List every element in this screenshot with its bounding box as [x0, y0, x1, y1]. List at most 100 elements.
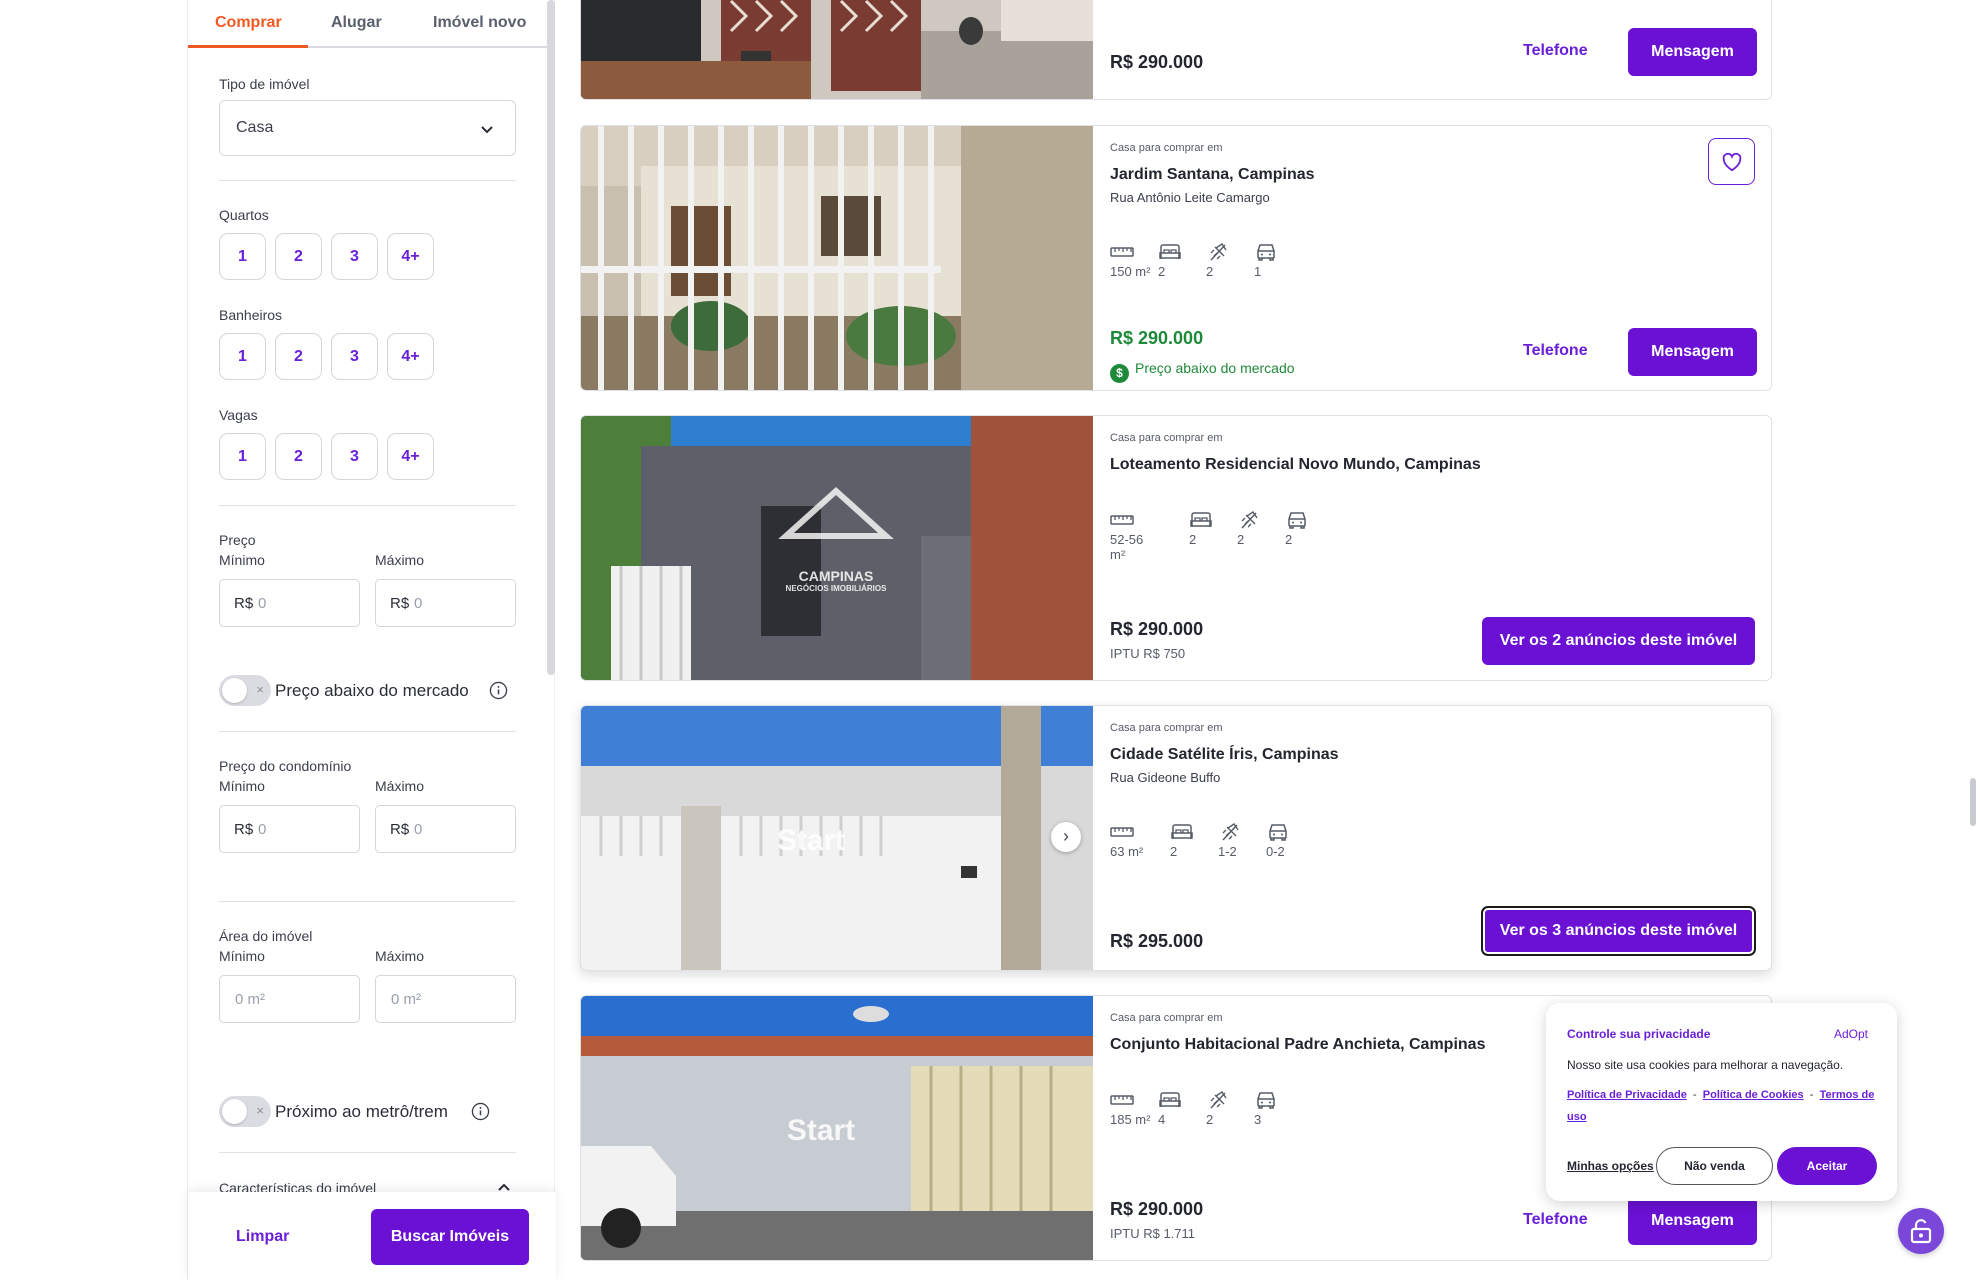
condo-min-input[interactable]: R$ 0 [219, 805, 360, 853]
chevron-up-icon[interactable] [497, 1182, 511, 1192]
parking-option-4plus[interactable]: 4+ [387, 433, 434, 480]
favorite-button[interactable] [1708, 138, 1755, 185]
listing-title[interactable]: Loteamento Residencial Novo Mundo, Campi… [1110, 456, 1481, 474]
area-min-label: Mínimo [219, 948, 265, 964]
link-separator: - [1692, 1089, 1697, 1101]
view-ads-button[interactable]: Ver os 3 anúncios deste imóvel [1481, 906, 1756, 956]
phone-button[interactable]: Telefone [1523, 42, 1588, 60]
condo-max-label: Máximo [375, 778, 425, 794]
below-market-toggle[interactable]: × [219, 675, 271, 706]
clear-filters-button[interactable]: Limpar [236, 1228, 289, 1246]
listing-photo[interactable]: CAMPINAS NEGÓCIOS IMOBILIÁRIOS [581, 416, 1093, 680]
shower-icon [1206, 242, 1230, 262]
bathrooms-feature: 2 [1206, 1090, 1256, 1127]
tab-imovel-novo[interactable]: Imóvel novo [433, 14, 526, 32]
cookie-text: Nosso site usa cookies para melhorar a n… [1567, 1058, 1844, 1072]
bathrooms-option-4plus[interactable]: 4+ [387, 333, 434, 380]
link-separator: - [1809, 1089, 1814, 1101]
heart-icon [1722, 152, 1742, 172]
area-feature: 185 m² [1110, 1090, 1160, 1127]
listing-card[interactable]: CAMPINAS NEGÓCIOS IMOBILIÁRIOS Casa para… [580, 415, 1772, 681]
watermark-line-2: NEGÓCIOS IMOBILIÁRIOS [785, 584, 887, 593]
message-button[interactable]: Mensagem [1628, 328, 1757, 376]
listing-photo[interactable] [581, 0, 1093, 99]
agency-watermark: Start [776, 824, 846, 857]
next-photo-button[interactable]: › [1051, 822, 1081, 852]
parking-option-3[interactable]: 3 [331, 433, 378, 480]
parking-feature: 3 [1254, 1090, 1304, 1127]
view-ads-button[interactable]: Ver os 2 anúncios deste imóvel [1482, 617, 1755, 665]
car-icon [1266, 822, 1290, 842]
property-type-value: Casa [236, 119, 274, 136]
price-max-input[interactable]: R$ 0 [375, 579, 516, 627]
parking-option-1[interactable]: 1 [219, 433, 266, 480]
listing-price: R$ 290.000 [1110, 52, 1204, 72]
area-max-input[interactable]: 0 m² [375, 975, 516, 1023]
metro-toggle[interactable]: × [219, 1096, 271, 1127]
listing-title[interactable]: Cidade Satélite Íris, Campinas [1110, 746, 1339, 764]
listing-street: Rua Antônio Leite Camargo [1110, 190, 1270, 205]
page-scrollbar[interactable] [1970, 778, 1976, 826]
tab-alugar[interactable]: Alugar [331, 14, 382, 32]
below-market-badge: $ Preço abaixo do mercado [1110, 360, 1295, 383]
bedrooms-option-1[interactable]: 1 [219, 233, 266, 280]
property-type-select[interactable]: Casa [219, 100, 516, 156]
info-icon[interactable] [471, 1102, 490, 1121]
bathrooms-feature: 1-2 [1218, 822, 1268, 859]
price-min-placeholder: 0 [258, 595, 267, 612]
listing-photo[interactable]: Start [581, 996, 1093, 1260]
shower-icon [1218, 822, 1242, 842]
bedrooms-option-4plus[interactable]: 4+ [387, 233, 434, 280]
listing-photo[interactable]: Start › [581, 706, 1093, 970]
metro-label: Próximo ao metrô/trem [275, 1102, 448, 1121]
bed-icon [1158, 242, 1182, 262]
phone-button[interactable]: Telefone [1523, 342, 1588, 360]
cookie-title: Controle sua privacidade [1567, 1027, 1711, 1041]
car-icon [1254, 242, 1278, 262]
phone-button[interactable]: Telefone [1523, 1211, 1588, 1229]
parking-option-2[interactable]: 2 [275, 433, 322, 480]
bedrooms-value: 2 [1189, 532, 1197, 547]
my-options-button[interactable]: Minhas opções [1567, 1159, 1654, 1173]
condo-max-input[interactable]: R$ 0 [375, 805, 516, 853]
price-min-input[interactable]: R$ 0 [219, 579, 360, 627]
message-button[interactable]: Mensagem [1628, 28, 1757, 76]
car-icon [1285, 510, 1309, 530]
cookie-brand[interactable]: AdOpt [1834, 1027, 1868, 1041]
privacy-settings-button[interactable] [1898, 1208, 1944, 1254]
sidebar-scrollbar[interactable] [547, 0, 555, 675]
bedrooms-option-3[interactable]: 3 [331, 233, 378, 280]
bathrooms-option-1[interactable]: 1 [219, 333, 266, 380]
do-not-sell-button[interactable]: Não venda [1656, 1147, 1773, 1185]
listing-card[interactable]: Start › Casa para comprar em Cidade Saté… [580, 705, 1772, 971]
listing-kind: Casa para comprar em [1110, 1012, 1223, 1024]
listing-title[interactable]: Conjunto Habitacional Padre Anchieta, Ca… [1110, 1036, 1485, 1054]
search-properties-button[interactable]: Buscar Imóveis [371, 1209, 529, 1265]
bedrooms-value: 2 [1158, 264, 1166, 279]
bathrooms-label: Banheiros [219, 307, 283, 323]
listing-title[interactable]: Jardim Santana, Campinas [1110, 166, 1315, 184]
listing-price: R$ 290.000 [1110, 328, 1204, 348]
listing-iptu: IPTU R$ 1.711 [1110, 1226, 1196, 1241]
listing-photo[interactable] [581, 126, 1093, 390]
bedrooms-option-2[interactable]: 2 [275, 233, 322, 280]
divider [219, 901, 516, 902]
listing-card[interactable]: R$ 290.000 Telefone Mensagem [580, 0, 1772, 100]
cookie-policy-link[interactable]: Política de Cookies [1703, 1089, 1804, 1101]
bathrooms-feature: 2 [1237, 510, 1287, 547]
tab-comprar[interactable]: Comprar [215, 14, 282, 32]
filter-actions-bar: Limpar Buscar Imóveis [188, 1192, 556, 1280]
privacy-policy-link[interactable]: Política de Privacidade [1567, 1089, 1687, 1101]
info-icon[interactable] [489, 681, 508, 700]
area-max-label: Máximo [375, 948, 425, 964]
area-min-input[interactable]: 0 m² [219, 975, 360, 1023]
condo-min-label: Mínimo [219, 778, 265, 794]
message-button[interactable]: Mensagem [1628, 1197, 1757, 1245]
bathrooms-option-2[interactable]: 2 [275, 333, 322, 380]
accept-button[interactable]: Aceitar [1777, 1147, 1877, 1185]
listing-info: Casa para comprar em Jardim Santana, Cam… [1093, 126, 1771, 390]
listing-card[interactable]: Casa para comprar em Jardim Santana, Cam… [580, 125, 1772, 391]
below-market-text: Preço abaixo do mercado [1135, 360, 1295, 376]
parking-value: 3 [1254, 1112, 1262, 1127]
bathrooms-option-3[interactable]: 3 [331, 333, 378, 380]
